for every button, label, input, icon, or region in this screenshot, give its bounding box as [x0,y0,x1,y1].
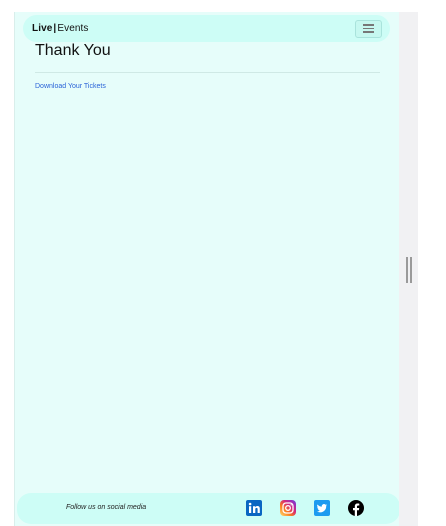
resize-handle[interactable] [406,257,412,283]
brand-events-text: Events [57,23,89,34]
download-tickets-link[interactable]: Download Your Tickets [35,83,106,90]
footer: Follow us on social media [17,493,400,524]
linkedin-icon[interactable] [246,500,262,516]
hamburger-line [363,31,374,33]
title-divider [35,72,380,73]
facebook-icon[interactable] [348,500,364,516]
brand-separator: | [53,23,57,34]
twitter-icon[interactable] [314,500,330,516]
brand-live-text: Live [32,23,53,34]
brand-logo[interactable]: Live | Events [32,23,89,34]
hamburger-menu-icon [363,24,374,26]
hamburger-menu-button[interactable] [355,19,382,38]
navbar: Live | Events [23,15,390,42]
resize-handle-bar [410,257,412,283]
follow-us-text: Follow us on social media [66,504,147,511]
page-viewport: Live | Events Thank You Download Your Ti… [14,12,400,526]
instagram-icon[interactable] [280,500,296,516]
resize-handle-bar [406,257,408,283]
page-title: Thank You [35,42,111,59]
hamburger-line [363,27,374,30]
